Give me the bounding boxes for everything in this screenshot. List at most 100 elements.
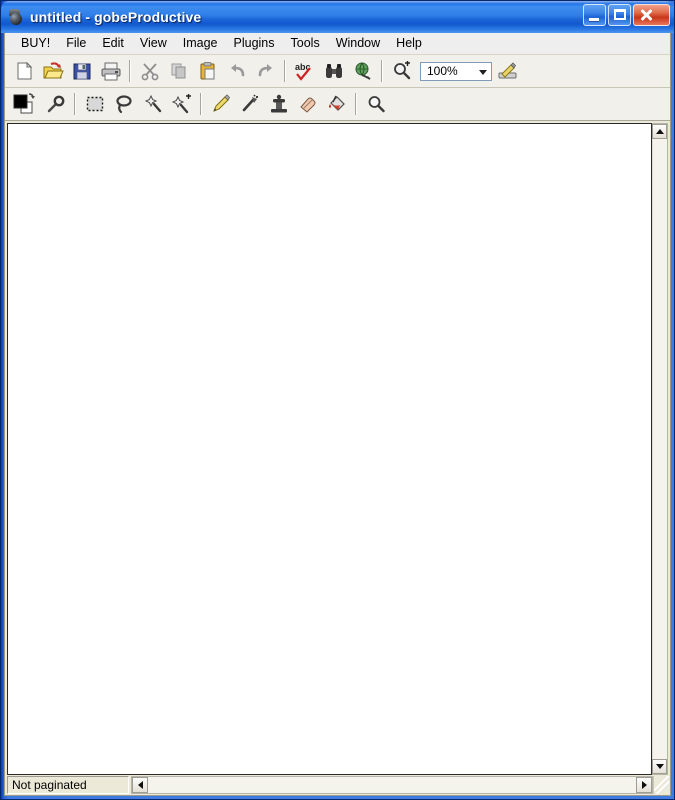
eraser-tool[interactable] <box>294 91 321 118</box>
menu-item-tools[interactable]: Tools <box>283 34 328 53</box>
canvas-viewport[interactable] <box>7 123 652 775</box>
lasso-icon <box>114 94 134 114</box>
tools-separator-3 <box>355 93 357 115</box>
horizontal-scroll-track[interactable] <box>148 777 636 793</box>
print-button[interactable] <box>97 58 124 85</box>
horizontal-scrollbar[interactable] <box>131 776 653 794</box>
open-document-button[interactable] <box>39 58 66 85</box>
scroll-up-button[interactable] <box>652 124 667 139</box>
zoom-in-button[interactable] <box>388 58 415 85</box>
pencil-tool[interactable] <box>207 91 234 118</box>
scroll-left-button[interactable] <box>132 777 148 793</box>
canvas-page[interactable] <box>8 124 651 774</box>
menu-item-view[interactable]: View <box>132 34 175 53</box>
magnifier-plus-icon <box>392 61 412 81</box>
toolbar-separator-2 <box>284 60 286 82</box>
scroll-right-button[interactable] <box>636 777 652 793</box>
color-swatches-icon <box>12 92 38 116</box>
abc-check-icon: abc <box>294 61 316 81</box>
zoom-level-value: 100% <box>427 64 458 78</box>
status-text-pane: Not paginated <box>7 776 129 794</box>
magic-wand-tool[interactable] <box>139 91 166 118</box>
scissors-icon <box>140 61 160 81</box>
airbrush-tool[interactable] <box>236 91 263 118</box>
maximize-button[interactable] <box>608 4 631 26</box>
status-bar: Not paginated <box>5 775 670 795</box>
zoom-level-combobox[interactable]: 100% <box>420 61 492 81</box>
toolbar-separator-3 <box>381 60 383 82</box>
globe-icon <box>353 61 373 81</box>
foreground-background-color[interactable] <box>10 91 40 118</box>
paint-bucket-tool[interactable] <box>323 91 350 118</box>
binoculars-icon <box>324 61 344 81</box>
zoom-tool[interactable] <box>362 91 389 118</box>
main-toolbar: abc 100% <box>5 55 670 88</box>
new-document-button[interactable] <box>10 58 37 85</box>
floppy-disk-icon <box>72 61 92 81</box>
title-bar[interactable]: untitled - gobeProductive <box>1 1 674 33</box>
document-area <box>5 121 670 775</box>
arrow-right-icon <box>641 781 647 789</box>
undo-arrow-icon <box>227 61 247 81</box>
chevron-down-icon[interactable] <box>479 69 487 75</box>
client-area: BUY! File Edit View Image Plugins Tools … <box>4 33 671 796</box>
application-window: untitled - gobeProductive BUY! File Edit… <box>0 0 675 800</box>
menu-item-buy[interactable]: BUY! <box>13 34 58 53</box>
arrow-up-icon <box>655 129 664 134</box>
app-ball-icon[interactable] <box>7 8 25 26</box>
menu-item-help[interactable]: Help <box>388 34 430 53</box>
magic-wand-add-tool[interactable] <box>168 91 195 118</box>
magnifier-icon <box>366 94 386 114</box>
vertical-scrollbar[interactable] <box>652 123 668 775</box>
menu-item-window[interactable]: Window <box>328 34 388 53</box>
menu-item-edit[interactable]: Edit <box>94 34 132 53</box>
copy-pages-icon <box>169 61 189 81</box>
clone-stamp-icon <box>269 94 289 114</box>
paste-button[interactable] <box>194 58 221 85</box>
minimize-icon <box>589 18 599 21</box>
minimize-button[interactable] <box>583 4 606 26</box>
maximize-icon <box>614 9 626 20</box>
copy-button[interactable] <box>165 58 192 85</box>
close-button[interactable] <box>633 4 670 26</box>
magic-wand-icon <box>143 94 163 114</box>
menu-bar: BUY! File Edit View Image Plugins Tools … <box>5 33 670 55</box>
eyedropper-icon <box>46 94 66 114</box>
window-controls <box>583 4 670 26</box>
spellcheck-button[interactable]: abc <box>291 58 318 85</box>
magic-wand-plus-icon <box>171 94 193 114</box>
color-picker-tool[interactable] <box>42 91 69 118</box>
printer-icon <box>100 61 122 81</box>
pencil-pad-icon <box>497 61 519 81</box>
arrow-left-icon <box>137 781 143 789</box>
vertical-scroll-track[interactable] <box>652 139 667 759</box>
cut-button[interactable] <box>136 58 163 85</box>
menu-item-image[interactable]: Image <box>175 34 226 53</box>
paint-bucket-icon <box>327 94 347 114</box>
lasso-tool[interactable] <box>110 91 137 118</box>
web-button[interactable] <box>349 58 376 85</box>
arrow-down-icon <box>655 764 664 769</box>
window-title: untitled - gobeProductive <box>30 9 202 25</box>
scroll-down-button[interactable] <box>652 759 667 774</box>
menu-item-file[interactable]: File <box>58 34 94 53</box>
rectangular-marquee-tool[interactable] <box>81 91 108 118</box>
redo-arrow-icon <box>256 61 276 81</box>
pencil-icon <box>211 94 231 114</box>
resize-grip-icon[interactable] <box>653 776 669 794</box>
clipboard-icon <box>198 61 218 81</box>
menu-item-plugins[interactable]: Plugins <box>226 34 283 53</box>
airbrush-icon <box>240 94 260 114</box>
find-button[interactable] <box>320 58 347 85</box>
undo-button[interactable] <box>223 58 250 85</box>
redo-button[interactable] <box>252 58 279 85</box>
open-folder-icon <box>42 61 64 81</box>
edit-mode-button[interactable] <box>493 58 523 85</box>
tools-separator-1 <box>74 93 76 115</box>
clone-stamp-tool[interactable] <box>265 91 292 118</box>
status-text: Not paginated <box>12 778 87 792</box>
save-document-button[interactable] <box>68 58 95 85</box>
eraser-icon <box>298 94 318 114</box>
toolbar-separator-1 <box>129 60 131 82</box>
tools-toolbar <box>5 88 670 121</box>
